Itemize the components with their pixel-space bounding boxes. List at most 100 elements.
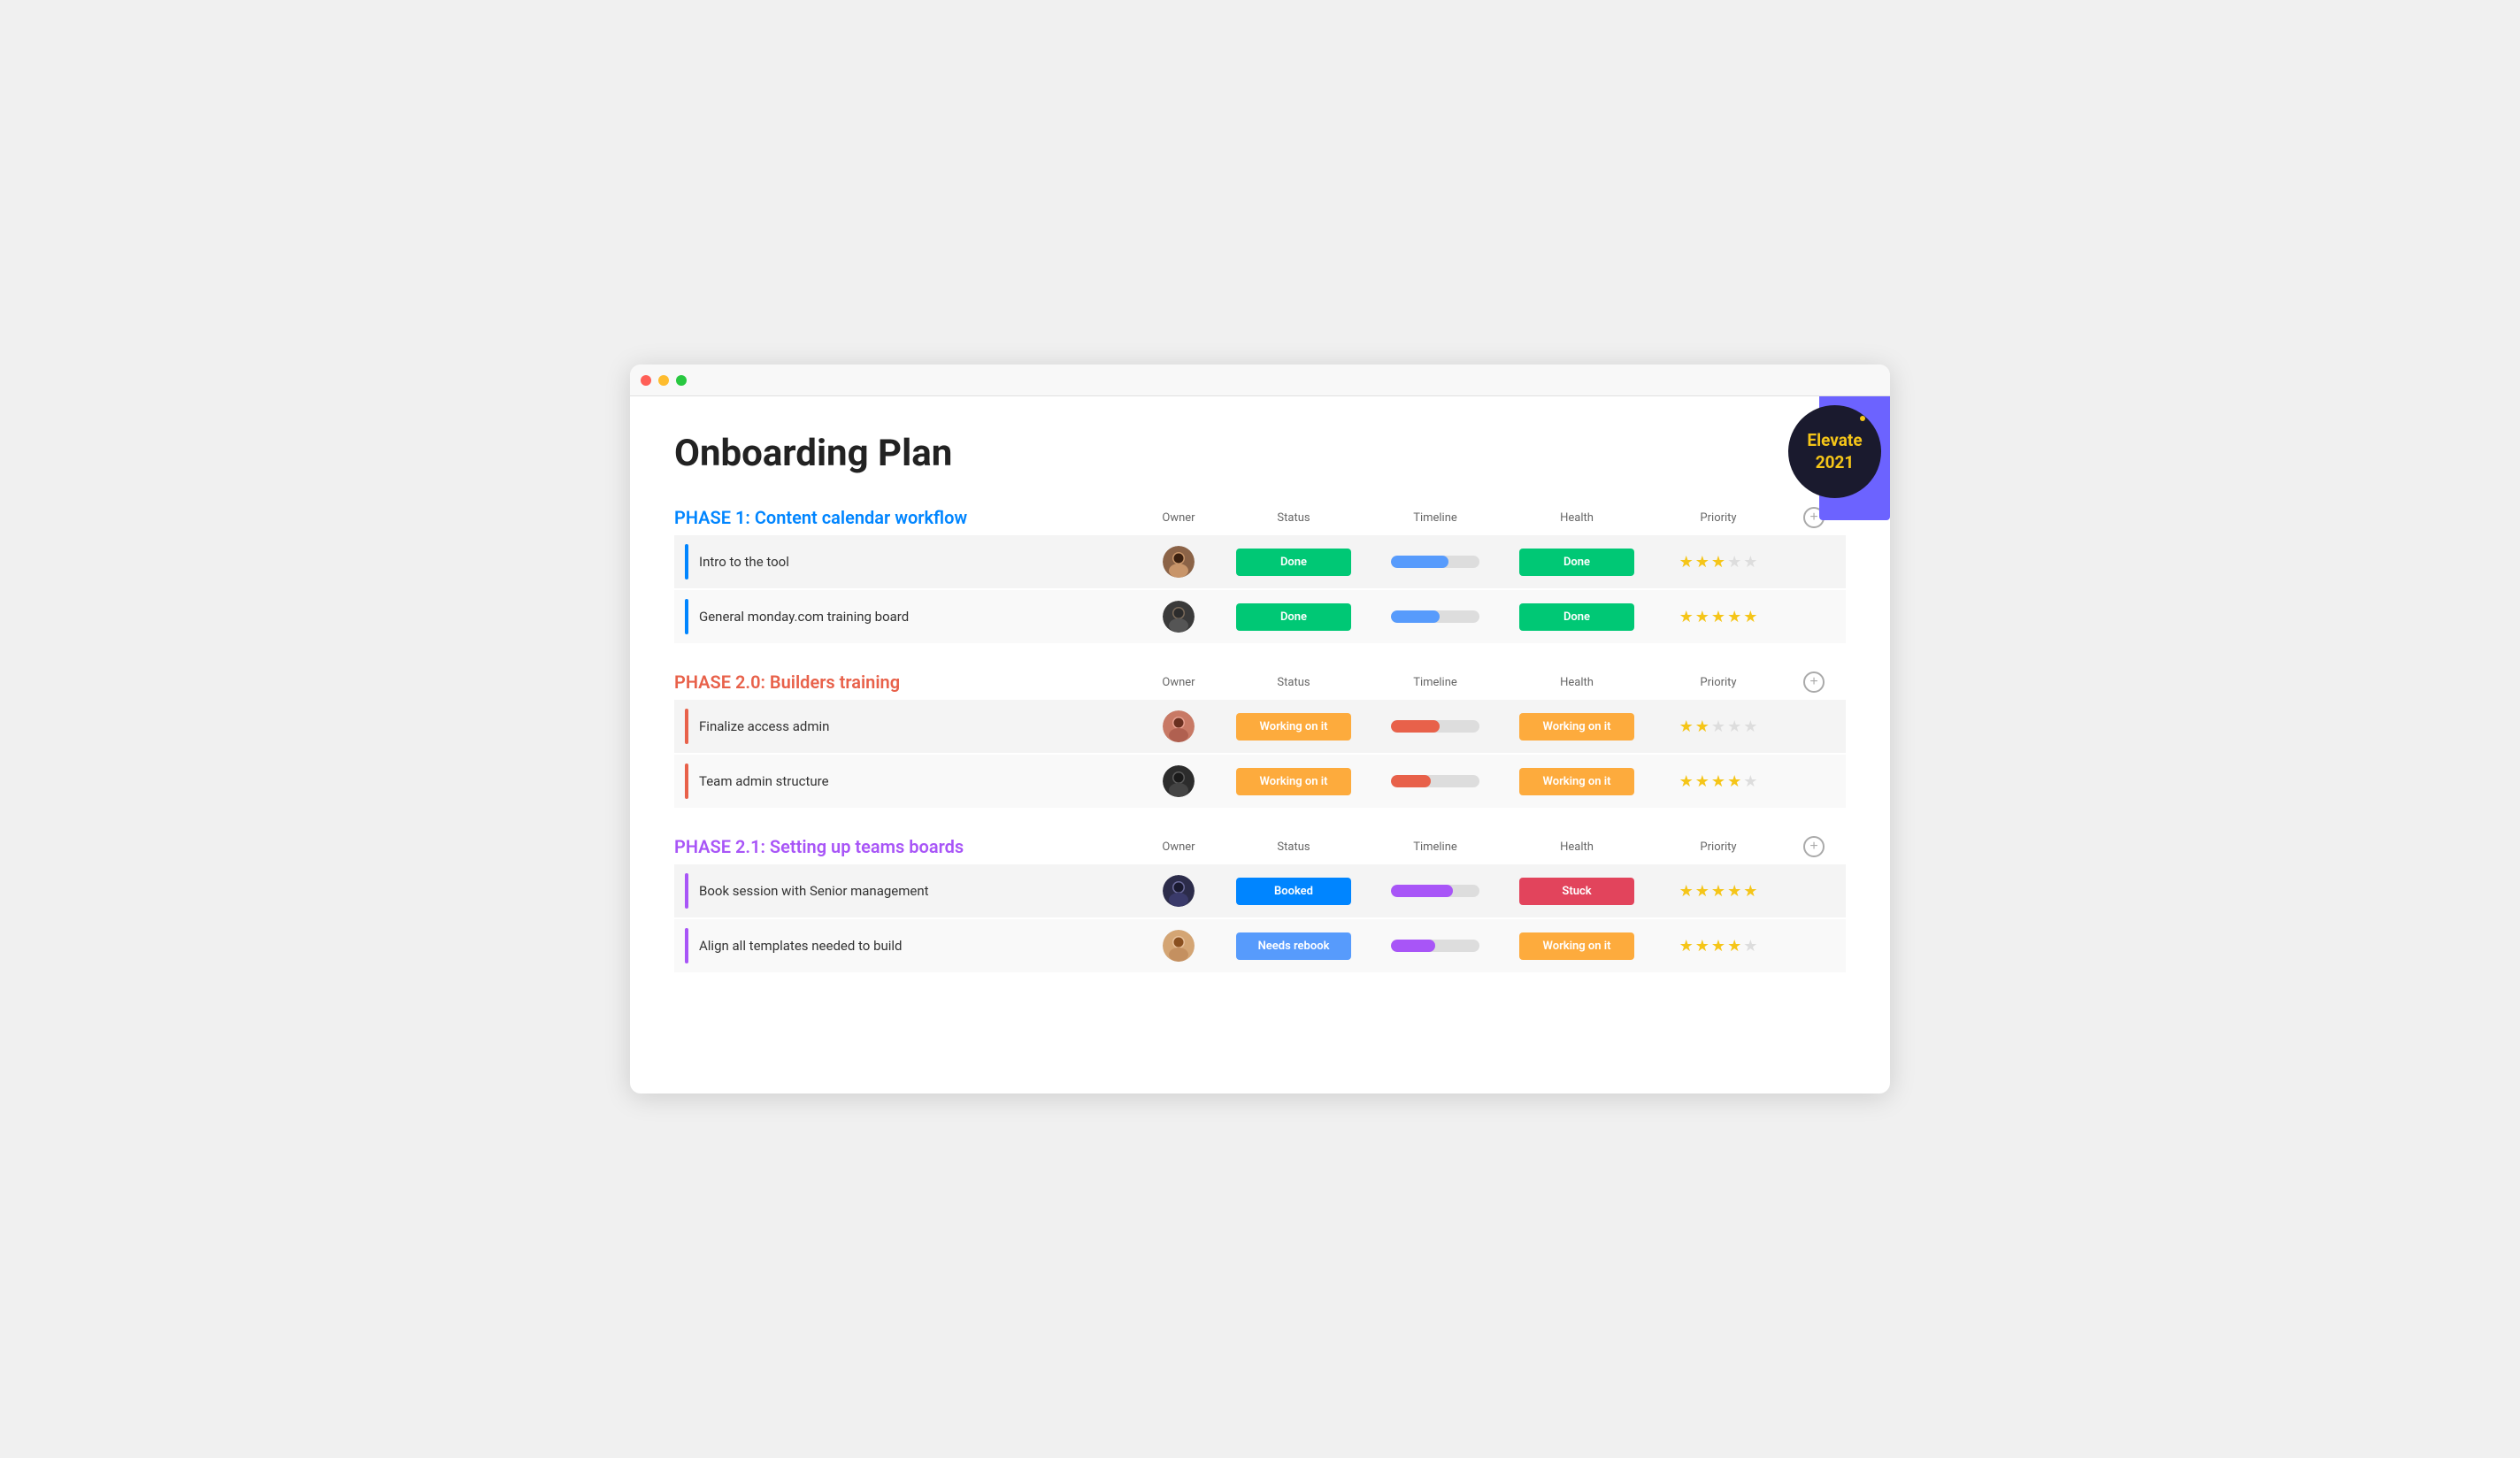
maximize-button[interactable]: [676, 375, 687, 386]
status-badge[interactable]: Working on it: [1236, 713, 1351, 741]
avatar-cell: [1134, 875, 1223, 907]
star: ★: [1679, 772, 1694, 791]
health-cell[interactable]: Stuck: [1506, 878, 1648, 905]
star: ★: [1727, 553, 1741, 572]
phase-title: PHASE 2.1: Setting up teams boards: [674, 836, 1134, 857]
star: ★: [1711, 882, 1725, 901]
health-cell[interactable]: Working on it: [1506, 713, 1648, 741]
task-border: [685, 764, 688, 799]
main-window: Elevate 2021 Onboarding Plan PHASE 1: Co…: [630, 364, 1890, 1094]
timeline-fill: [1391, 610, 1440, 623]
phase-section-2: PHASE 2.1: Setting up teams boards Owner…: [674, 836, 1846, 972]
phase-header-0: PHASE 1: Content calendar workflow Owner…: [674, 507, 1846, 528]
status-cell[interactable]: Working on it: [1223, 768, 1364, 795]
task-border: [685, 544, 688, 579]
status-cell[interactable]: Booked: [1223, 878, 1364, 905]
col-health: Health: [1506, 676, 1648, 689]
timeline-bar: [1391, 775, 1479, 787]
avatar: [1163, 765, 1195, 797]
star: ★: [1695, 772, 1709, 791]
timeline-cell: [1364, 556, 1506, 568]
timeline-cell: [1364, 610, 1506, 623]
table-row[interactable]: Intro to the tool Done Done ★★★★★: [674, 535, 1846, 588]
phase-title: PHASE 2.0: Builders training: [674, 671, 1134, 693]
task-name: Align all templates needed to build: [699, 938, 903, 954]
avatar-cell: [1134, 710, 1223, 742]
priority-cell: ★★★★★: [1648, 717, 1789, 736]
timeline-bar: [1391, 940, 1479, 952]
phase-header-1: PHASE 2.0: Builders training Owner Statu…: [674, 671, 1846, 693]
status-cell[interactable]: Done: [1223, 549, 1364, 576]
timeline-cell: [1364, 885, 1506, 897]
health-badge[interactable]: Done: [1519, 549, 1634, 576]
close-button[interactable]: [641, 375, 651, 386]
timeline-fill: [1391, 720, 1440, 733]
health-badge[interactable]: Working on it: [1519, 932, 1634, 960]
star: ★: [1711, 553, 1725, 572]
minimize-button[interactable]: [658, 375, 669, 386]
health-cell[interactable]: Working on it: [1506, 768, 1648, 795]
priority-stars: ★★★★★: [1679, 772, 1758, 791]
phases-container: PHASE 1: Content calendar workflow Owner…: [674, 507, 1846, 972]
status-cell[interactable]: Done: [1223, 603, 1364, 631]
col-health: Health: [1506, 511, 1648, 525]
col-status: Status: [1223, 676, 1364, 689]
table-row[interactable]: General monday.com training board Done D…: [674, 590, 1846, 643]
avatar-cell: [1134, 765, 1223, 797]
task-name: General monday.com training board: [699, 609, 909, 625]
task-border: [685, 873, 688, 909]
star: ★: [1695, 553, 1709, 572]
status-badge[interactable]: Booked: [1236, 878, 1351, 905]
star: ★: [1679, 882, 1694, 901]
status-badge[interactable]: Working on it: [1236, 768, 1351, 795]
add-task-button[interactable]: +: [1803, 671, 1825, 693]
task-name: Team admin structure: [699, 773, 829, 789]
health-badge[interactable]: Working on it: [1519, 768, 1634, 795]
col-owner: Owner: [1134, 840, 1223, 854]
avatar: [1163, 875, 1195, 907]
task-border: [685, 709, 688, 744]
health-badge[interactable]: Stuck: [1519, 878, 1634, 905]
avatar: [1163, 930, 1195, 962]
table-row[interactable]: Finalize access admin Working on it Work…: [674, 700, 1846, 753]
priority-cell: ★★★★★: [1648, 937, 1789, 955]
timeline-fill: [1391, 885, 1453, 897]
star: ★: [1727, 937, 1741, 955]
status-cell[interactable]: Working on it: [1223, 713, 1364, 741]
task-border: [685, 928, 688, 963]
timeline-bar: [1391, 720, 1479, 733]
add-task-button[interactable]: +: [1803, 836, 1825, 857]
task-name-cell: General monday.com training board: [674, 590, 1134, 643]
elevate-badge: Elevate 2021: [1788, 405, 1881, 498]
health-badge[interactable]: Working on it: [1519, 713, 1634, 741]
phase-title: PHASE 1: Content calendar workflow: [674, 507, 1134, 528]
star: ★: [1727, 608, 1741, 626]
task-name: Finalize access admin: [699, 718, 829, 734]
star: ★: [1679, 937, 1694, 955]
star: ★: [1711, 608, 1725, 626]
health-cell[interactable]: Done: [1506, 603, 1648, 631]
col-priority: Priority: [1648, 840, 1789, 854]
col-owner: Owner: [1134, 676, 1223, 689]
task-name: Book session with Senior management: [699, 883, 929, 899]
col-priority: Priority: [1648, 676, 1789, 689]
table-row[interactable]: Team admin structure Working on it Worki…: [674, 755, 1846, 808]
health-cell[interactable]: Working on it: [1506, 932, 1648, 960]
health-badge[interactable]: Done: [1519, 603, 1634, 631]
timeline-fill: [1391, 940, 1435, 952]
status-badge[interactable]: Done: [1236, 549, 1351, 576]
star: ★: [1743, 608, 1757, 626]
priority-stars: ★★★★★: [1679, 553, 1758, 572]
table-row[interactable]: Align all templates needed to build Need…: [674, 919, 1846, 972]
star: ★: [1743, 553, 1757, 572]
star: ★: [1695, 608, 1709, 626]
avatar: [1163, 601, 1195, 633]
col-status: Status: [1223, 840, 1364, 854]
status-badge[interactable]: Done: [1236, 603, 1351, 631]
status-badge[interactable]: Needs rebook: [1236, 932, 1351, 960]
status-cell[interactable]: Needs rebook: [1223, 932, 1364, 960]
health-cell[interactable]: Done: [1506, 549, 1648, 576]
page-title: Onboarding Plan: [674, 432, 1846, 475]
task-name-cell: Team admin structure: [674, 755, 1134, 808]
table-row[interactable]: Book session with Senior management Book…: [674, 864, 1846, 917]
